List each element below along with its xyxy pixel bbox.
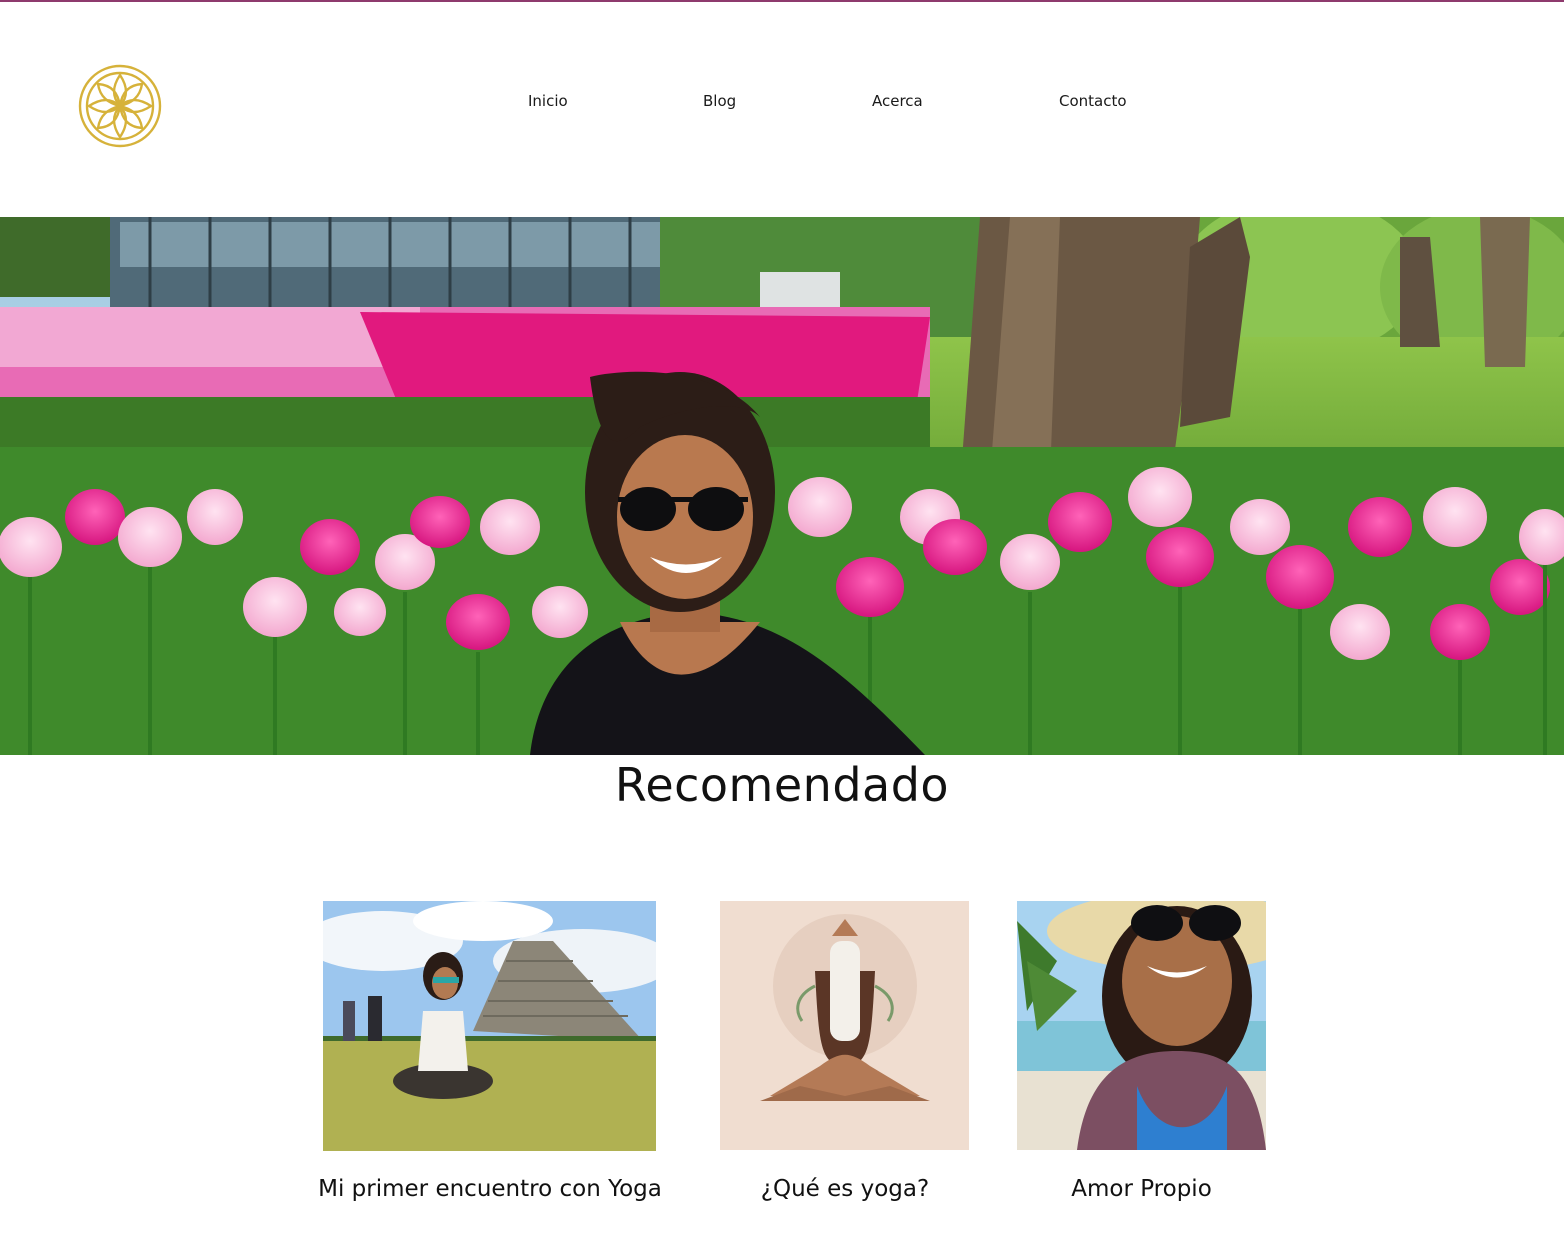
nav-item-acerca[interactable]: Acerca [872,92,923,110]
post-image-yoga-illustration[interactable] [720,901,969,1150]
main-navigation: Inicio Blog Acerca Contacto [0,92,1564,114]
post-image-beach-selfie[interactable] [1017,901,1266,1150]
recommended-heading: Recomendado [614,758,950,812]
hero-image [0,217,1564,755]
post-title-amor-propio[interactable]: Amor Propio [1010,1176,1273,1202]
post-title-que-es-yoga[interactable]: ¿Qué es yoga? [700,1176,990,1202]
nav-item-blog[interactable]: Blog [703,92,736,110]
nav-item-inicio[interactable]: Inicio [528,92,568,110]
post-title-primer-encuentro[interactable]: Mi primer encuentro con Yoga [280,1176,700,1202]
post-image-pyramid[interactable] [323,901,656,1151]
nav-item-contacto[interactable]: Contacto [1059,92,1127,110]
site-header: Inicio Blog Acerca Contacto [0,2,1564,217]
